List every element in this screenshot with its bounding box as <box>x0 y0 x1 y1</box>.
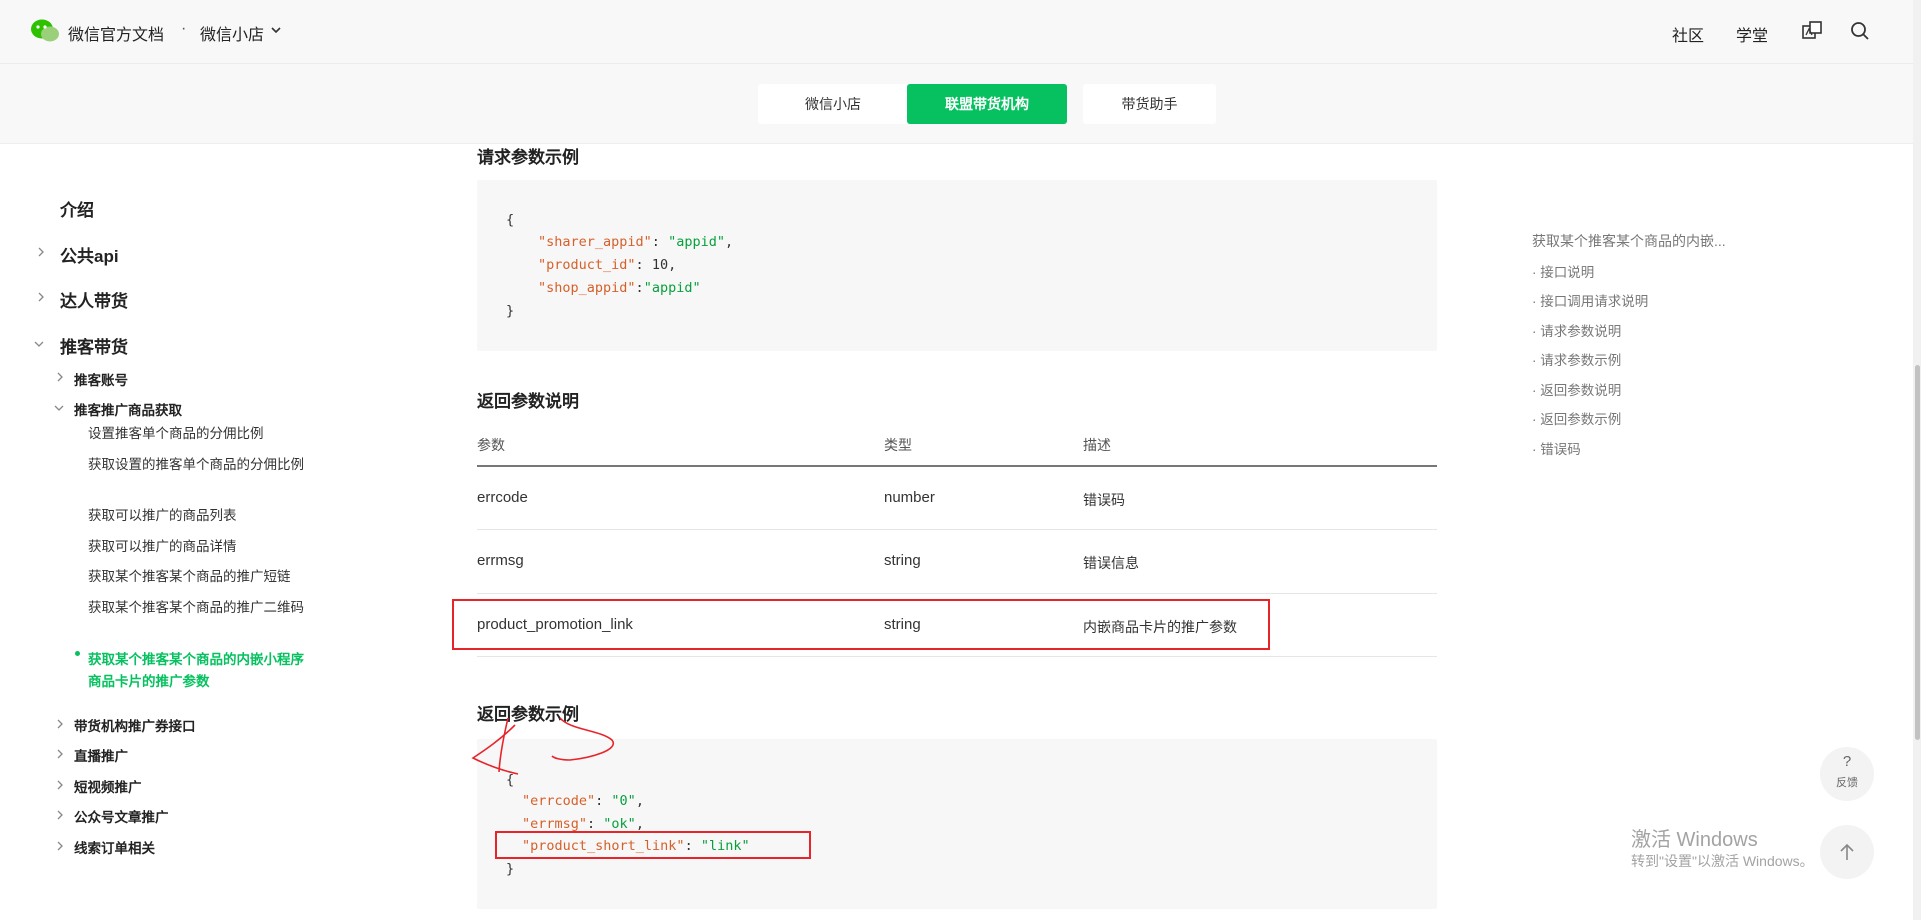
sidebar-subitem[interactable]: 获取某个推客某个商品的推广短链 <box>88 566 308 588</box>
sidebar-item-article[interactable]: 公众号文章推广 <box>74 806 169 826</box>
table-header-param: 参数 <box>477 437 505 453</box>
translate-icon[interactable] <box>1801 20 1823 42</box>
code-line: "errmsg": "ok", <box>522 816 644 832</box>
code-line: "sharer_appid": "appid", <box>538 234 734 250</box>
toc-item[interactable]: · 接口说明 <box>1532 261 1594 281</box>
chevron-right-icon[interactable] <box>55 810 65 820</box>
feedback-button[interactable]: ? 反馈 <box>1820 747 1874 801</box>
return-desc-heading: 返回参数说明 <box>477 392 579 411</box>
toc-item[interactable]: · 错误码 <box>1532 438 1581 458</box>
sidebar-item-public-api[interactable]: 公共api <box>60 242 119 267</box>
sidebar-item-live[interactable]: 直播推广 <box>74 745 128 765</box>
annotation-scribble <box>471 717 615 775</box>
chevron-down-icon[interactable] <box>270 24 282 36</box>
table-row-divider <box>477 656 1437 657</box>
brand-title[interactable]: 微信官方文档 <box>68 21 164 45</box>
back-to-top-button[interactable] <box>1820 825 1874 879</box>
sidebar-item-short-video[interactable]: 短视频推广 <box>74 776 142 796</box>
code-line: "shop_appid":"appid" <box>538 280 701 296</box>
table-header-desc: 描述 <box>1083 437 1111 453</box>
product-tab-bar: 微信小店 联盟带货机构 带货助手 <box>0 64 1921 144</box>
code-line: } <box>506 303 515 319</box>
nav-community[interactable]: 社区 <box>1672 22 1704 46</box>
chevron-right-icon[interactable] <box>55 719 65 729</box>
toc-item[interactable]: · 返回参数示例 <box>1532 408 1621 428</box>
sidebar-item-sharer-products[interactable]: 推客推广商品获取 <box>74 399 182 419</box>
table-cell: 错误信息 <box>1083 555 1139 571</box>
chevron-right-icon[interactable] <box>55 372 65 382</box>
table-cell: string <box>884 552 921 569</box>
toc-item[interactable]: · 请求参数说明 <box>1532 320 1621 340</box>
chevron-down-icon[interactable] <box>34 339 44 349</box>
active-dot-icon <box>75 651 80 656</box>
tab-wechat-shop[interactable]: 微信小店 <box>758 84 908 124</box>
wechat-logo-icon[interactable] <box>30 18 60 44</box>
sidebar-item-talent[interactable]: 达人带货 <box>60 287 128 312</box>
windows-activation-subtitle: 转到"设置"以激活 Windows。 <box>1631 853 1814 869</box>
tab-sales-assistant[interactable]: 带货助手 <box>1083 84 1216 124</box>
table-row-divider <box>477 593 1437 594</box>
code-line: } <box>506 861 515 877</box>
sidebar-subitem[interactable]: 获取某个推客某个商品的推广二维码 <box>88 597 308 619</box>
toc-item[interactable]: · 返回参数说明 <box>1532 379 1621 399</box>
code-line: { <box>506 212 515 228</box>
table-header-divider <box>477 465 1437 467</box>
sidebar-item-intro[interactable]: 介绍 <box>60 196 94 221</box>
nav-academy[interactable]: 学堂 <box>1736 22 1768 46</box>
code-line: "errcode": "0", <box>522 793 644 809</box>
sidebar-item-sharer[interactable]: 推客带货 <box>60 333 128 358</box>
chevron-right-icon[interactable] <box>36 247 46 257</box>
sidebar-item-sharer-account[interactable]: 推客账号 <box>74 369 128 389</box>
chevron-right-icon[interactable] <box>55 841 65 851</box>
brand-separator: · <box>181 20 187 37</box>
question-icon: ? <box>1842 753 1852 770</box>
top-header: 微信官方文档 · 微信小店 社区 学堂 <box>0 0 1921 64</box>
windows-activation-title: 激活 Windows <box>1631 829 1758 851</box>
sidebar-subitem[interactable]: 获取可以推广的商品详情 <box>88 536 308 558</box>
sidebar-item-leads[interactable]: 线索订单相关 <box>74 837 155 857</box>
chevron-right-icon[interactable] <box>55 749 65 759</box>
chevron-right-icon[interactable] <box>36 292 46 302</box>
toc-item[interactable]: · 请求参数示例 <box>1532 349 1621 369</box>
annotation-highlight-box <box>495 831 811 859</box>
search-icon[interactable] <box>1849 20 1871 42</box>
chevron-right-icon[interactable] <box>55 780 65 790</box>
arrow-up-icon <box>1840 843 1854 860</box>
product-switcher[interactable]: 微信小店 <box>200 21 264 45</box>
feedback-label: 反馈 <box>1836 777 1858 789</box>
table-cell: 错误码 <box>1083 492 1125 508</box>
sidebar-subitem[interactable]: 获取设置的推客单个商品的分佣比例 <box>88 454 308 476</box>
toc-item[interactable]: · 接口调用请求说明 <box>1532 290 1648 310</box>
table-header-type: 类型 <box>884 437 912 453</box>
table-cell: number <box>884 489 935 506</box>
sidebar-item-coupon[interactable]: 带货机构推广券接口 <box>74 715 196 735</box>
table-cell: errmsg <box>477 552 524 569</box>
toc-title[interactable]: 获取某个推客某个商品的内嵌... <box>1532 231 1726 251</box>
annotation-highlight-box <box>452 599 1270 650</box>
tab-alliance-agency[interactable]: 联盟带货机构 <box>907 84 1067 124</box>
code-line: "product_id": 10, <box>538 257 677 273</box>
chevron-down-icon[interactable] <box>54 403 64 413</box>
sidebar-subitem-active[interactable]: 获取某个推客某个商品的内嵌小程序商品卡片的推广参数 <box>88 649 308 693</box>
scrollbar-thumb[interactable] <box>1915 365 1920 740</box>
sidebar-subitem[interactable]: 设置推客单个商品的分佣比例 <box>88 423 308 445</box>
table-cell: errcode <box>477 489 528 506</box>
request-example-heading: 请求参数示例 <box>477 148 579 167</box>
sidebar-subitem[interactable]: 获取可以推广的商品列表 <box>88 505 308 527</box>
table-row-divider <box>477 529 1437 530</box>
